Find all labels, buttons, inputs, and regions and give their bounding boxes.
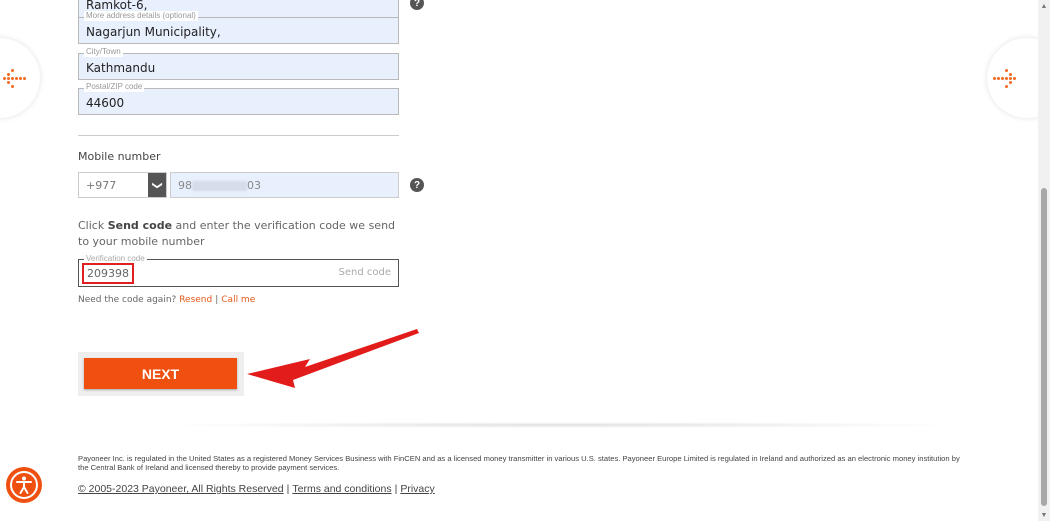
- chevron-down-icon: ❯: [148, 173, 166, 197]
- accessibility-icon: [10, 471, 38, 499]
- city-value: Kathmandu: [86, 61, 156, 75]
- zip-field[interactable]: Postal/ZIP code 44600: [78, 82, 399, 115]
- address-more-value: Nagarjun Municipality,: [86, 25, 221, 39]
- next-button-highlight: NEXT: [78, 352, 244, 396]
- address-more-field[interactable]: More address details (optional) Nagarjun…: [78, 11, 399, 44]
- mobile-number-label: Mobile number: [78, 150, 161, 163]
- next-slide-button[interactable]: [987, 38, 1038, 118]
- verification-instructions: Click Send code and enter the verificati…: [78, 219, 396, 248]
- send-code-button[interactable]: Send code: [339, 267, 391, 278]
- footer-links: © 2005-2023 Payoneer, All Rights Reserve…: [78, 483, 435, 495]
- scroll-down-arrow-icon[interactable]: ▼: [1038, 509, 1050, 521]
- copyright-link[interactable]: © 2005-2023 Payoneer, All Rights Reserve…: [78, 483, 284, 495]
- resend-prompt: Need the code again? Resend | Call me: [78, 295, 256, 305]
- divider: [78, 135, 399, 136]
- dotted-arrow-right-icon: [993, 68, 1020, 88]
- next-button[interactable]: NEXT: [84, 358, 237, 389]
- privacy-link[interactable]: Privacy: [400, 483, 434, 495]
- help-icon[interactable]: ?: [410, 178, 424, 192]
- dotted-arrow-left-icon: [0, 68, 26, 88]
- country-code-value: +977: [86, 179, 117, 192]
- page: Ramkot-6, More address details (optional…: [0, 0, 1038, 521]
- legal-disclaimer: Payoneer Inc. is regulated in the United…: [78, 454, 960, 472]
- call-me-link[interactable]: Call me: [221, 295, 255, 305]
- verification-code-field[interactable]: Verification code 209398 Send code: [78, 254, 399, 287]
- city-legend: City/Town: [84, 47, 123, 57]
- zip-legend: Postal/ZIP code: [84, 82, 145, 92]
- phone-number-input[interactable]: 98 03: [170, 172, 399, 198]
- terms-link[interactable]: Terms and conditions: [292, 483, 391, 495]
- verification-code-value: 209398: [82, 263, 134, 284]
- city-field[interactable]: City/Town Kathmandu: [78, 47, 399, 80]
- help-icon[interactable]: ?: [410, 0, 424, 10]
- footer-separator: [150, 422, 970, 428]
- phone-number-value: 98 03: [178, 179, 261, 192]
- red-pointer-arrow-icon: [247, 329, 419, 388]
- resend-link[interactable]: Resend: [179, 295, 212, 305]
- accessibility-button[interactable]: [6, 467, 42, 503]
- address-more-legend: More address details (optional): [84, 11, 198, 21]
- scroll-up-arrow-icon[interactable]: ▲: [1038, 0, 1050, 12]
- prev-slide-button[interactable]: [0, 38, 40, 118]
- zip-value: 44600: [86, 96, 125, 110]
- vertical-scrollbar[interactable]: ▲ ▼: [1038, 0, 1050, 521]
- country-code-select[interactable]: +977 ❯: [78, 172, 167, 198]
- redacted-digits: [192, 181, 247, 191]
- scrollbar-thumb[interactable]: [1041, 188, 1047, 506]
